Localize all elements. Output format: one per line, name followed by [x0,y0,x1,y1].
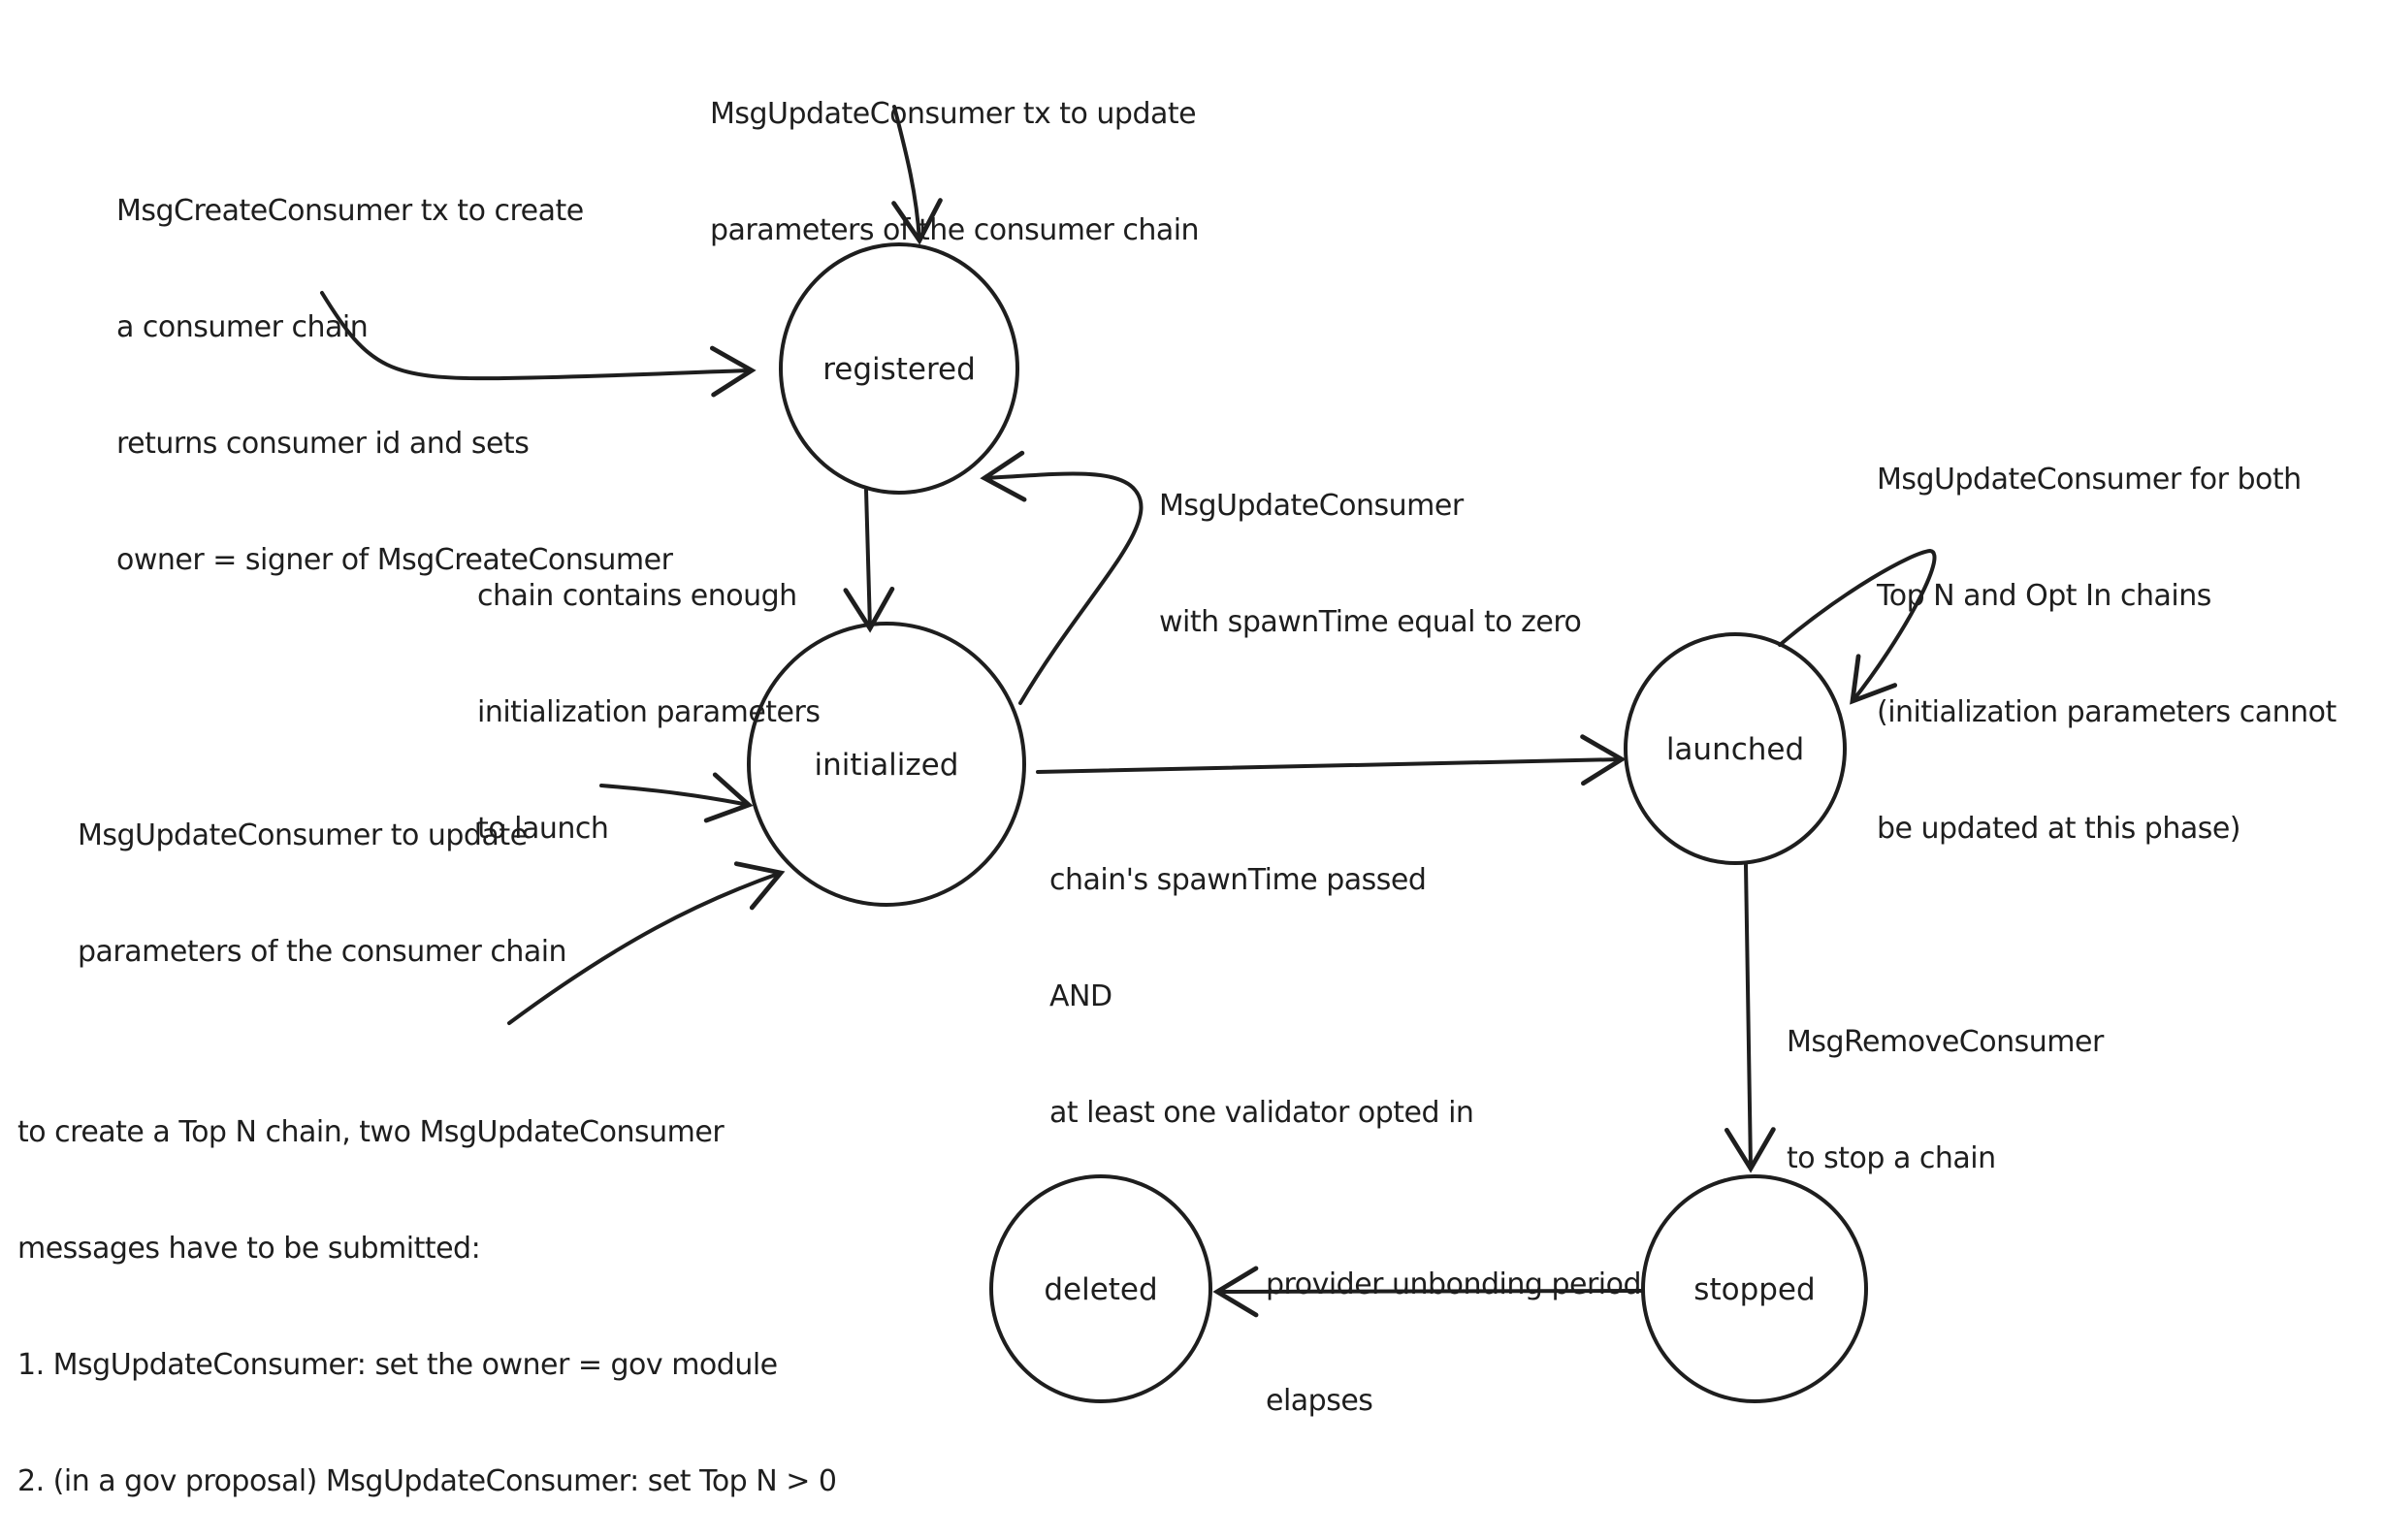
annotation-top-n-note: to create a Top N chain, two MsgUpdateCo… [17,1036,837,1540]
state-label-stopped: stopped [1693,1272,1815,1307]
annotation-update-launched: MsgUpdateConsumer for both Top N and Opt… [1877,383,2337,887]
annotation-line: 2. (in a gov proposal) MsgUpdateConsumer… [17,1464,837,1498]
state-label-registered: registered [822,352,976,387]
state-deleted: deleted [989,1174,1212,1403]
arrow-initialized-self-loop-to-registered [980,450,1144,705]
annotation-spawn-zero: MsgUpdateConsumer with spawnTime equal t… [1159,409,1582,681]
annotation-line: Top N and Opt In chains [1877,579,2211,613]
annotation-line: be updated at this phase) [1877,812,2241,846]
annotation-line: initialization parameters [477,695,821,729]
annotation-line: returns consumer id and sets [116,427,530,461]
annotation-line: a consumer chain [116,310,369,344]
annotation-line: MsgRemoveConsumer [1787,1025,2104,1059]
annotation-spawn-passed: chain's spawnTime passed AND at least on… [1049,784,1474,1171]
annotation-line: with spawnTime equal to zero [1159,605,1582,639]
annotation-line: at least one validator opted in [1049,1096,1474,1130]
annotation-line: MsgUpdateConsumer for both [1877,463,2302,497]
state-label-initialized: initialized [815,748,959,783]
state-label-deleted: deleted [1044,1272,1157,1307]
annotation-update-registered: MsgUpdateConsumer tx to update parameter… [710,17,1200,289]
annotation-line: AND [1049,979,1112,1013]
arrow-registered-to-initialized [843,488,895,633]
annotation-line: elapses [1266,1384,1373,1418]
annotation-line: chain contains enough [477,579,797,613]
annotation-line: MsgUpdateConsumer tx to update [710,97,1197,131]
state-label-launched: launched [1666,732,1804,767]
state-launched: launched [1624,632,1847,865]
annotation-line: to create a Top N chain, two MsgUpdateCo… [17,1115,725,1149]
arrow-launched-to-stopped [1724,863,1776,1173]
annotation-unbonding: provider unbonding period elapses [1266,1188,1642,1460]
annotation-line: to stop a chain [1787,1141,1996,1175]
annotation-line: (initialization parameters cannot [1877,695,2337,729]
annotation-line: MsgUpdateConsumer [1159,489,1464,523]
annotation-line: provider unbonding period [1266,1267,1642,1301]
annotation-update-initialized: MsgUpdateConsumer to update parameters o… [78,739,567,1011]
annotation-line: parameters of the consumer chain [78,935,567,969]
annotation-line: MsgCreateConsumer tx to create [116,194,584,228]
arrow-initialized-to-launched [1036,734,1627,786]
annotation-remove-consumer: MsgRemoveConsumer to stop a chain [1787,946,2104,1217]
annotation-line: MsgUpdateConsumer to update [78,818,528,852]
annotation-line: messages have to be submitted: [17,1232,481,1266]
annotation-line: chain's spawnTime passed [1049,863,1427,897]
annotation-line: 1. MsgUpdateConsumer: set the owner = go… [17,1348,778,1382]
annotation-line: parameters of the consumer chain [710,213,1200,247]
